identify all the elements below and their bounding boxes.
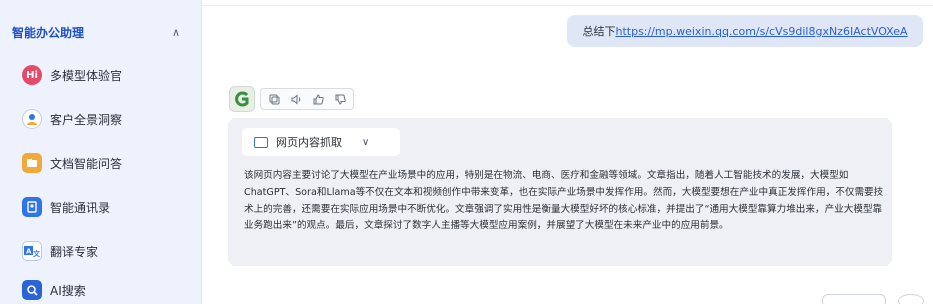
- sidebar-item-translate[interactable]: A文 翻译专家: [10, 233, 196, 269]
- bottom-round-button[interactable]: [898, 294, 924, 304]
- svg-text:A: A: [26, 248, 32, 256]
- translate-icon: A文: [22, 241, 42, 261]
- speaker-icon[interactable]: [286, 90, 306, 108]
- copy-icon[interactable]: [264, 90, 284, 108]
- sidebar-item-contacts[interactable]: 智能通讯录: [10, 189, 196, 225]
- web-fetch-tool-dropdown[interactable]: 网页内容抓取 ∨: [242, 128, 400, 156]
- chevron-down-icon: ∨: [362, 136, 370, 148]
- sidebar-item-ai-search[interactable]: AI搜索: [10, 272, 196, 304]
- section-header[interactable]: 智能办公助理 ∧: [0, 18, 202, 46]
- thumbs-down-icon[interactable]: [330, 90, 350, 108]
- message-actions: [260, 88, 354, 110]
- sidebar-item-label: 文档智能问答: [50, 156, 123, 171]
- contacts-icon: [22, 197, 42, 217]
- assistant-answer: 网页内容抓取 ∨ 该网页内容主要讨论了大模型在产业场景中的应用，特别是在物流、电…: [228, 118, 892, 266]
- hi-icon: Hi: [22, 65, 42, 85]
- assistant-logo-icon: [235, 91, 249, 107]
- sidebar-item-label: 客户全景洞察: [50, 112, 123, 127]
- svg-text:文: 文: [33, 249, 40, 258]
- top-divider: [202, 0, 933, 6]
- sidebar-item-doc-qa[interactable]: 文档智能问答: [10, 145, 196, 181]
- bottom-action-button[interactable]: [822, 294, 886, 304]
- ai-search-icon: [22, 280, 42, 300]
- tool-label: 网页内容抓取: [276, 136, 342, 149]
- web-page-icon: [254, 136, 268, 148]
- sidebar-item-customer-insight[interactable]: 客户全景洞察: [10, 101, 196, 137]
- sidebar-item-label: 智能通讯录: [50, 200, 111, 215]
- user-insight-icon: [22, 109, 42, 129]
- message-link[interactable]: https://mp.weixin.qq.com/s/cVs9dil8gxNz6…: [615, 25, 907, 38]
- document-icon: [22, 153, 42, 173]
- user-message-bubble: 总结下 https://mp.weixin.qq.com/s/cVs9dil8gx…: [567, 15, 923, 47]
- assistant-avatar: [229, 86, 255, 112]
- user-message-text: 总结下: [582, 25, 616, 38]
- section-title: 智能办公助理: [12, 25, 85, 40]
- chat-panel: 总结下 https://mp.weixin.qq.com/s/cVs9dil8gx…: [202, 0, 933, 304]
- thumbs-up-icon[interactable]: [308, 90, 328, 108]
- sidebar-item-multi-model[interactable]: Hi 多模型体验官: [10, 57, 196, 93]
- sidebar-item-label: 多模型体验官: [50, 68, 123, 83]
- sidebar: 智能办公助理 ∧ Hi 多模型体验官 客户全景洞察 文档智能问答 智能通讯录 A…: [0, 0, 202, 304]
- answer-text: 该网页内容主要讨论了大模型在产业场景中的应用，特别是在物流、电商、医疗和金融等领…: [244, 170, 884, 232]
- chevron-up-icon[interactable]: ∧: [172, 26, 180, 39]
- sidebar-item-label: AI搜索: [50, 283, 86, 298]
- app-window: 智能办公助理 ∧ Hi 多模型体验官 客户全景洞察 文档智能问答 智能通讯录 A…: [0, 0, 933, 304]
- sidebar-item-label: 翻译专家: [50, 244, 99, 259]
